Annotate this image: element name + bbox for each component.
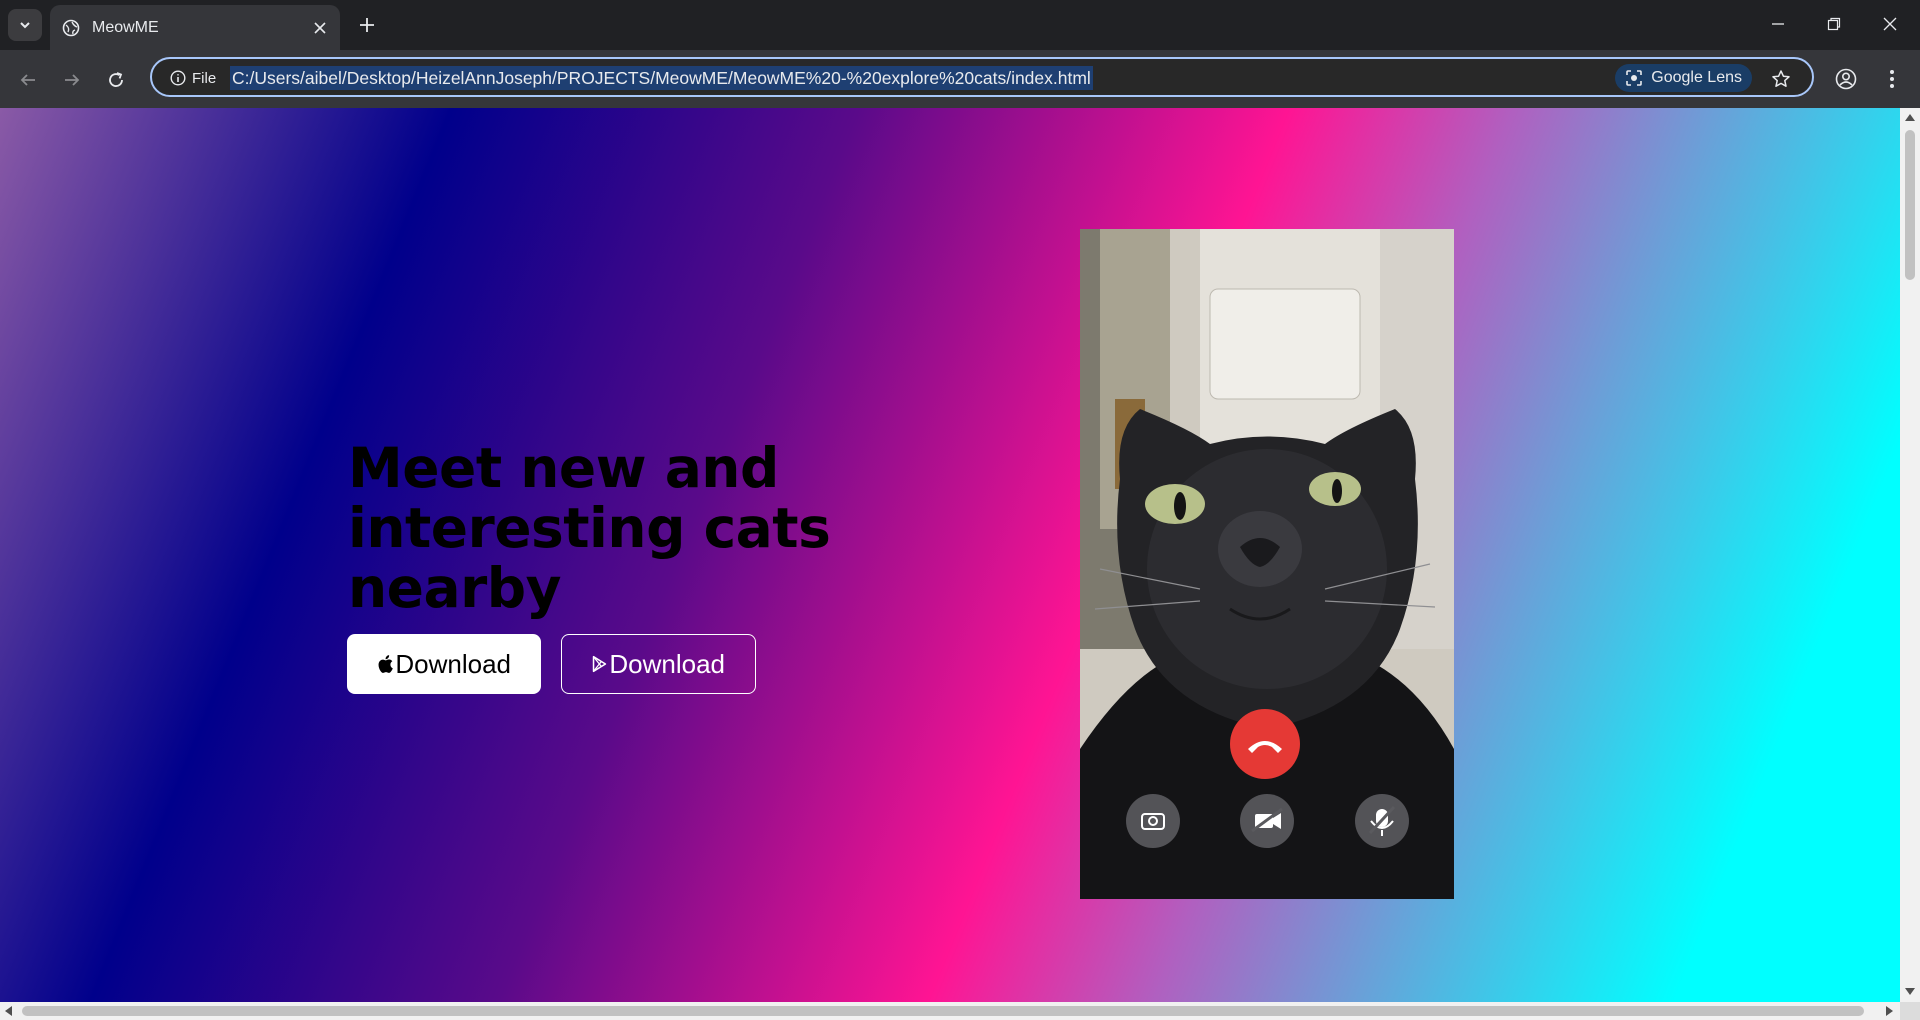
vertical-scrollbar[interactable] [1900,108,1920,1002]
scroll-up-icon[interactable] [1905,114,1915,121]
reload-icon[interactable] [100,64,132,96]
restore-icon[interactable] [1806,0,1862,48]
plus-icon[interactable] [352,10,382,40]
cat-video-call-image [1080,229,1454,899]
scroll-left-icon[interactable] [5,1006,12,1016]
lens-label: Google Lens [1651,69,1742,86]
page-viewport: Meet new and interesting cats nearby Dow… [0,108,1900,1002]
chevron-down-icon [20,22,30,29]
play-store-icon [592,655,607,673]
app-store-button-label: Download [395,648,511,679]
tab-search-button[interactable] [8,9,42,41]
url-text[interactable]: C:/Users/aibel/Desktop/HeizelAnnJoseph/P… [230,66,1093,90]
scrollbar-corner [1900,1002,1920,1020]
address-bar[interactable]: File C:/Users/aibel/Desktop/HeizelAnnJos… [150,57,1814,97]
app-store-download-button[interactable]: Download [347,634,541,694]
site-info-button[interactable]: File [162,64,224,92]
active-tab[interactable]: MeowME [50,5,340,50]
kebab-menu-icon[interactable] [1876,63,1908,95]
site-info-label: File [192,69,217,87]
arrow-left-icon[interactable] [12,64,44,96]
info-icon [170,70,186,86]
window-close-icon[interactable] [1862,0,1918,48]
headline-line-1: Meet new and [348,436,779,500]
horizontal-scroll-thumb[interactable] [22,1006,1864,1016]
profile-icon[interactable] [1830,63,1862,95]
apple-icon [378,655,393,673]
globe-icon [62,19,80,37]
hero-headline: Meet new and interesting cats nearby [348,438,868,618]
camera-icon [1126,794,1180,848]
close-icon[interactable] [306,14,334,42]
hero-section: Meet new and interesting cats nearby [348,438,868,618]
horizontal-scrollbar[interactable] [0,1002,1900,1020]
minimize-icon[interactable] [1750,0,1806,48]
headline-line-2: interesting cats [348,496,831,560]
play-store-download-button[interactable]: Download [561,634,756,694]
scroll-down-icon[interactable] [1905,988,1915,995]
star-icon[interactable] [1768,66,1794,92]
cat-illustration [1080,229,1454,899]
arrow-right-icon[interactable] [56,64,88,96]
download-buttons: Download Download [347,634,756,694]
google-lens-button[interactable]: Google Lens [1615,64,1752,92]
tab-strip: MeowME [0,0,1920,50]
lens-icon [1626,70,1643,86]
browser-toolbar: File C:/Users/aibel/Desktop/HeizelAnnJos… [0,50,1920,108]
scroll-right-icon[interactable] [1886,1006,1893,1016]
vertical-scroll-thumb[interactable] [1905,130,1915,280]
headline-line-3: nearby [348,556,561,620]
play-store-button-label: Download [609,648,725,679]
tab-title: MeowME [92,18,159,36]
